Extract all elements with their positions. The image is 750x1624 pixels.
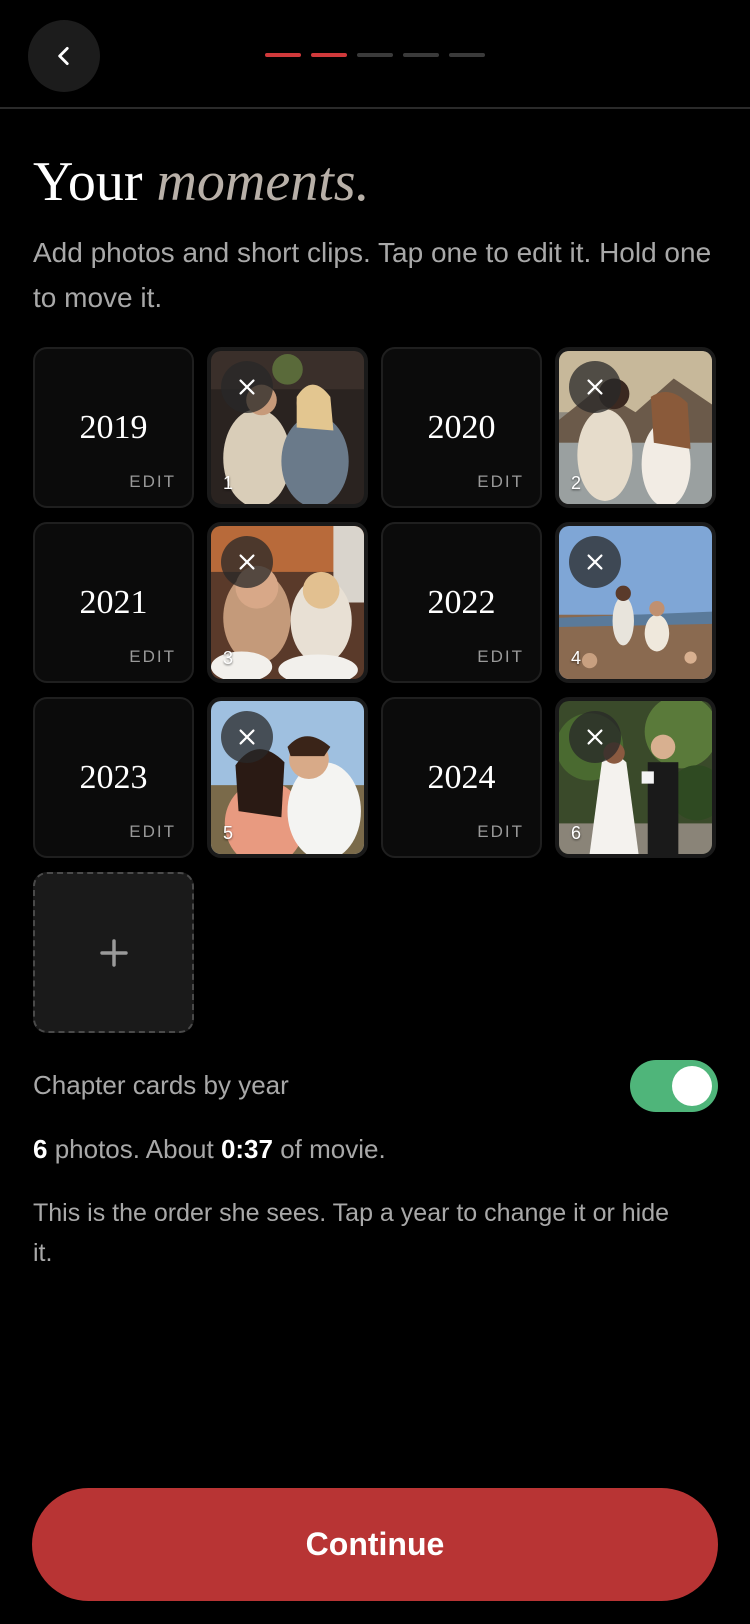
chevron-left-icon [58,47,69,65]
chapter-year: 2023 [79,759,148,796]
plus-icon [99,938,128,967]
close-icon [587,554,603,570]
chapter-year: 2024 [427,759,496,796]
photo-number: 6 [571,823,582,843]
chapter-edit-label: EDIT [477,822,524,841]
chapter-card[interactable]: 2019 EDIT [33,347,194,508]
toggle-knob [672,1066,712,1106]
order-note: This is the order she sees. Tap a year t… [33,1199,670,1267]
chapter-year: 2021 [79,584,148,621]
chapter-edit-label: EDIT [477,472,524,491]
remove-photo-button[interactable] [569,361,621,413]
photo-number: 2 [571,473,582,493]
progress-step [357,53,393,57]
close-icon [239,379,255,395]
chapter-card[interactable]: 2022 EDIT [381,522,542,683]
photo-tile[interactable]: 2 [555,347,716,508]
remove-photo-button[interactable] [569,536,621,588]
chapter-cards-label: Chapter cards by year [33,1070,289,1100]
chapter-edit-label: EDIT [477,647,524,666]
photo-tile[interactable]: 1 [207,347,368,508]
title-main: Your [33,151,143,213]
remove-photo-button[interactable] [221,536,273,588]
chapter-card[interactable]: 2021 EDIT [33,522,194,683]
photos-text: photos. About [47,1134,221,1164]
photo-tile[interactable]: 4 [555,522,716,683]
close-icon [587,379,603,395]
remove-photo-button[interactable] [221,361,273,413]
duration-text: of movie. [272,1134,386,1164]
photo-tile[interactable]: 3 [207,522,368,683]
chapter-year: 2019 [79,409,148,446]
close-icon [239,554,255,570]
progress-step [311,53,347,57]
chapter-edit-label: EDIT [129,472,176,491]
chapter-year: 2020 [427,409,496,446]
page-subtitle: Add photos and short clips. Tap one to e… [33,237,712,313]
photo-number: 5 [223,823,234,843]
chapter-card[interactable]: 2023 EDIT [33,697,194,858]
photo-number: 3 [223,648,234,668]
chapter-card[interactable]: 2020 EDIT [381,347,542,508]
photo-count: 6 [33,1134,48,1164]
progress-indicator [265,53,485,57]
page-title: Your moments. [33,150,370,214]
chapter-cards-toggle[interactable] [630,1060,718,1112]
photo-tile[interactable]: 5 [207,697,368,858]
remove-photo-button[interactable] [221,711,273,763]
close-icon [587,729,603,745]
chapter-card[interactable]: 2024 EDIT [381,697,542,858]
back-button[interactable] [28,20,100,92]
movie-stats: 6 photos. About 0:37 of movie. [33,1134,386,1165]
movie-duration: 0:37 [220,1134,273,1164]
progress-step [449,53,485,57]
add-moment-button[interactable] [33,872,194,1033]
chapter-year: 2022 [427,584,496,621]
chapter-edit-label: EDIT [129,647,176,666]
header-divider [0,107,750,109]
photo-number: 4 [571,648,582,668]
photo-number: 1 [223,473,234,493]
progress-step [265,53,301,57]
chapter-edit-label: EDIT [129,822,176,841]
close-icon [239,729,255,745]
continue-button[interactable]: Continue [32,1488,718,1601]
progress-step [403,53,439,57]
photo-tile[interactable]: 6 [555,697,716,858]
remove-photo-button[interactable] [569,711,621,763]
title-accent: moments. [156,151,370,213]
